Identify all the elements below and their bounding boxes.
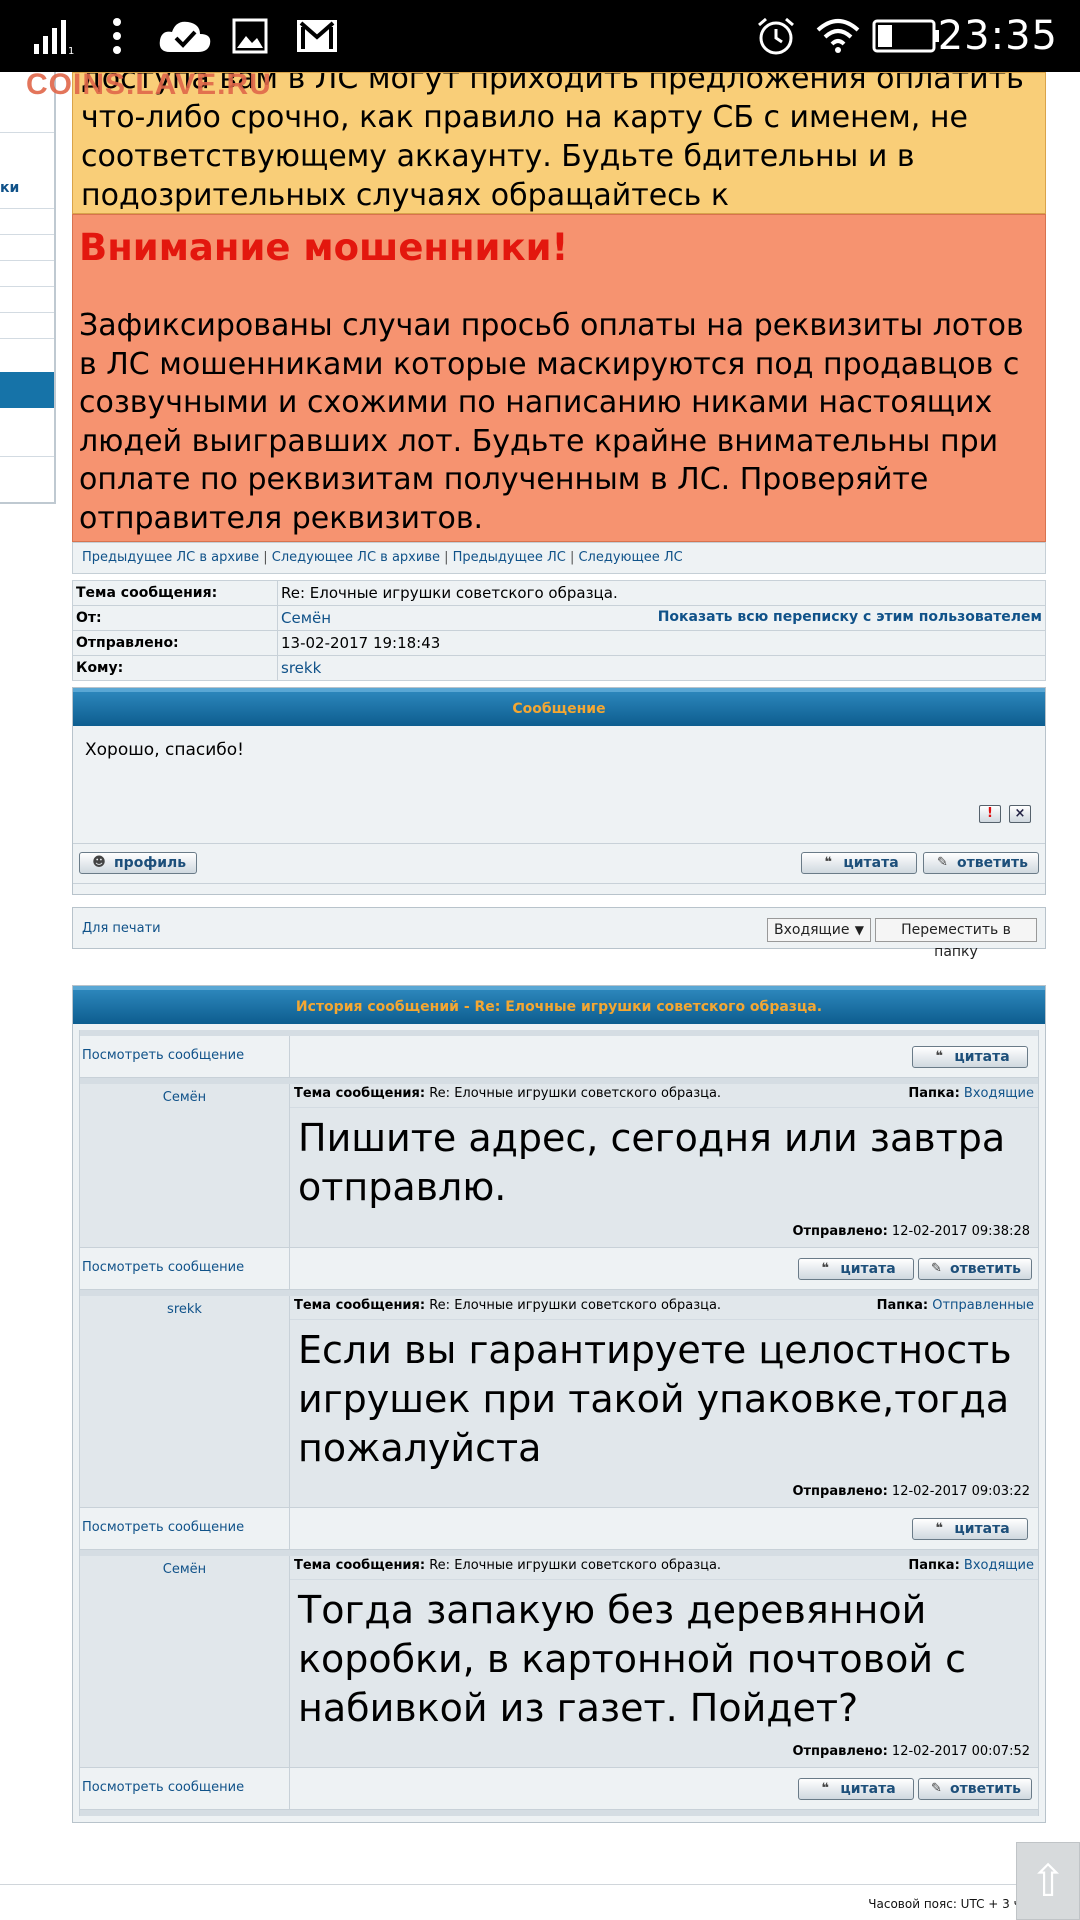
reply-icon: ✎ bbox=[937, 855, 948, 870]
message-actions: ☻ профиль ❝ цитата ✎ ответить bbox=[73, 844, 1045, 884]
view-message-link[interactable]: Посмотреть сообщение bbox=[82, 1048, 244, 1063]
notice-fraud: Внимание мошенники! Зафиксированы случаи… bbox=[72, 214, 1046, 542]
history-quote-button[interactable]: ❝ цитата bbox=[912, 1518, 1028, 1540]
notice-fraud-body: Зафиксированы случаи просьб оплаты на ре… bbox=[79, 308, 1024, 536]
history-action-row: Посмотреть сообщение ❝ цитата ✎ ответить bbox=[79, 1248, 1039, 1290]
message-header-table: Тема сообщения: Re: Елочные игрушки сове… bbox=[72, 580, 1046, 681]
history-author-link[interactable]: srekk bbox=[167, 1302, 202, 1317]
message-panel: Сообщение Хорошо, спасибо! ! × ☻ профиль… bbox=[72, 687, 1046, 895]
message-history: История сообщений - Re: Елочные игрушки … bbox=[72, 985, 1046, 1823]
history-sent: Отправлено: 12-02-2017 00:07:52 bbox=[792, 1744, 1030, 1759]
folder-link[interactable]: Входящие bbox=[964, 1558, 1034, 1573]
notice-fraud-title: Внимание мошенники! bbox=[79, 226, 569, 269]
folder-link[interactable]: Отправленные bbox=[932, 1298, 1034, 1313]
print-link[interactable]: Для печати bbox=[82, 921, 161, 936]
quote-icon: ❝ bbox=[821, 1261, 830, 1276]
left-sidebar: ки bbox=[0, 72, 56, 504]
view-message-link[interactable]: Посмотреть сообщение bbox=[82, 1520, 244, 1535]
site-watermark: COINS.LAVE.RU bbox=[26, 68, 272, 101]
history-reply-button[interactable]: ✎ ответить bbox=[918, 1778, 1032, 1800]
history-author-link[interactable]: Семён bbox=[163, 1090, 206, 1105]
quote-icon: ❝ bbox=[821, 1781, 830, 1796]
message-body: Хорошо, спасибо! ! × bbox=[73, 726, 1045, 844]
content-column: доступа вам в ЛС могут приходить предлож… bbox=[72, 72, 1046, 1823]
sent-value: 13-02-2017 19:18:43 bbox=[277, 630, 1046, 656]
history-message-text: Если вы гарантируете целостность игрушек… bbox=[298, 1328, 1012, 1470]
history-sent: Отправлено: 12-02-2017 09:38:28 bbox=[792, 1224, 1030, 1239]
gmail-icon bbox=[296, 0, 338, 72]
history-sent: Отправлено: 12-02-2017 09:03:22 bbox=[792, 1484, 1030, 1499]
message-text: Хорошо, спасибо! bbox=[85, 740, 244, 760]
history-meta: Тема сообщения: Re: Елочные игрушки сове… bbox=[290, 1084, 1038, 1108]
cloud-sync-icon bbox=[158, 0, 212, 72]
move-to-folder-button[interactable]: Переместить в папку bbox=[875, 918, 1037, 960]
status-bar: 1 23:35 bbox=[0, 0, 1080, 72]
quote-icon: ❝ bbox=[824, 855, 833, 870]
message-panel-title: Сообщение bbox=[73, 688, 1045, 726]
wifi-icon bbox=[816, 0, 860, 72]
prev-archive-link[interactable]: Предыдущее ЛС в архиве bbox=[82, 550, 259, 565]
history-action-row: Посмотреть сообщение ❝ цитата ✎ ответить bbox=[79, 1768, 1039, 1810]
subject-value: Re: Елочные игрушки советского образца. bbox=[277, 580, 1046, 606]
pm-navigation: Предыдущее ЛС в архиве | Следующее ЛС в … bbox=[72, 542, 1046, 574]
from-user-link[interactable]: Семён bbox=[281, 609, 331, 627]
history-item: Семён Тема сообщения: Re: Елочные игрушк… bbox=[79, 1556, 1039, 1768]
next-archive-link[interactable]: Следующее ЛС в архиве bbox=[272, 550, 440, 565]
history-quote-button[interactable]: ❝ цитата bbox=[798, 1258, 914, 1280]
next-pm-link[interactable]: Следующее ЛС bbox=[578, 550, 682, 565]
quote-icon: ❝ bbox=[935, 1521, 944, 1536]
subject-label: Тема сообщения: bbox=[72, 580, 278, 606]
footer: Часовой пояс: UTC + 3 часа bbox=[0, 1884, 1080, 1920]
delete-icon[interactable]: × bbox=[1009, 805, 1031, 823]
history-author-link[interactable]: Семён bbox=[163, 1562, 206, 1577]
prev-pm-link[interactable]: Предыдущее ЛС bbox=[453, 550, 566, 565]
reply-icon: ✎ bbox=[931, 1781, 942, 1796]
reply-icon: ✎ bbox=[931, 1261, 942, 1276]
arrow-up-icon: ⇧ bbox=[1029, 1855, 1067, 1907]
history-quote-button[interactable]: ❝ цитата bbox=[798, 1778, 914, 1800]
history-message-text: Тогда запакую без деревянной коробки, в … bbox=[298, 1588, 966, 1730]
sidebar-item-active[interactable] bbox=[0, 372, 54, 408]
history-item: srekk Тема сообщения: Re: Елочные игрушк… bbox=[79, 1296, 1039, 1508]
history-meta: Тема сообщения: Re: Елочные игрушки сове… bbox=[290, 1556, 1038, 1580]
history-title: История сообщений - Re: Елочные игрушки … bbox=[73, 986, 1045, 1024]
user-icon: ☻ bbox=[92, 855, 106, 870]
history-action-row: Посмотреть сообщение ❝ цитата bbox=[79, 1508, 1039, 1550]
history-action-row: Посмотреть сообщение ❝ цитата bbox=[79, 1036, 1039, 1078]
view-message-link[interactable]: Посмотреть сообщение bbox=[82, 1780, 244, 1795]
report-icon[interactable]: ! bbox=[979, 805, 1001, 823]
to-label: Кому: bbox=[72, 655, 278, 681]
to-user-link[interactable]: srekk bbox=[281, 659, 321, 677]
message-toolbar: Для печати Входящие ▼ Переместить в папк… bbox=[72, 907, 1046, 960]
history-quote-button[interactable]: ❝ цитата bbox=[912, 1046, 1028, 1068]
scroll-to-top-button[interactable]: ⇧ bbox=[1016, 1842, 1080, 1920]
sent-label: Отправлено: bbox=[72, 630, 278, 656]
menu-dots-icon[interactable] bbox=[112, 0, 122, 72]
quote-icon: ❝ bbox=[935, 1049, 944, 1064]
history-message-text: Пишите адрес, сегодня или завтра отправл… bbox=[298, 1116, 1006, 1209]
signal-icon: 1 bbox=[34, 0, 74, 72]
alarm-icon bbox=[756, 0, 796, 72]
gallery-icon bbox=[232, 0, 268, 72]
profile-button[interactable]: ☻ профиль bbox=[79, 852, 198, 874]
history-reply-button[interactable]: ✎ ответить bbox=[918, 1258, 1032, 1280]
show-conversation-link[interactable]: Показать всю переписку с этим пользовате… bbox=[658, 609, 1042, 625]
chevron-down-icon: ▼ bbox=[854, 923, 864, 937]
folder-link[interactable]: Входящие bbox=[964, 1086, 1034, 1101]
history-meta: Тема сообщения: Re: Елочные игрушки сове… bbox=[290, 1296, 1038, 1320]
history-item: Семён Тема сообщения: Re: Елочные игрушк… bbox=[79, 1084, 1039, 1248]
reply-button[interactable]: ✎ ответить bbox=[923, 852, 1039, 874]
from-label: От: bbox=[72, 605, 278, 631]
battery-icon bbox=[872, 0, 940, 72]
quote-button[interactable]: ❝ цитата bbox=[801, 852, 917, 874]
svg-text:1: 1 bbox=[68, 46, 74, 54]
sidebar-item-label[interactable]: ки bbox=[0, 180, 19, 196]
folder-select[interactable]: Входящие ▼ bbox=[767, 918, 871, 942]
view-message-link[interactable]: Посмотреть сообщение bbox=[82, 1260, 244, 1275]
clock-time: 23:35 bbox=[937, 13, 1058, 59]
